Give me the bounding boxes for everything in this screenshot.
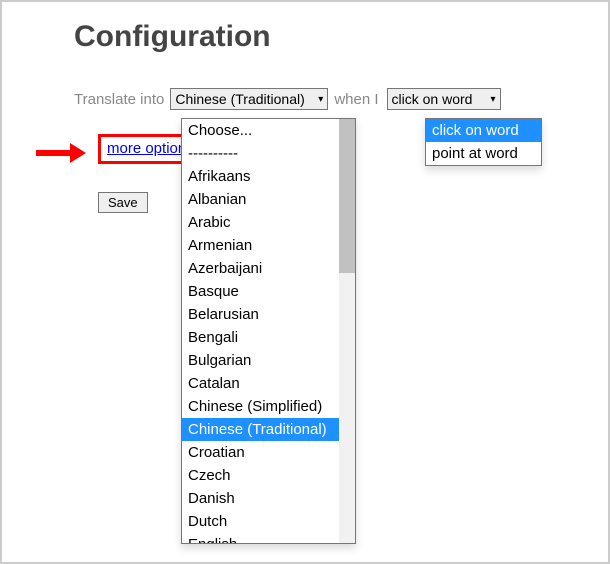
trigger-dropdown[interactable]: click on wordpoint at word bbox=[425, 118, 542, 166]
config-row: Translate into Chinese (Traditional) ▾ w… bbox=[74, 88, 590, 110]
language-option[interactable]: Azerbaijani bbox=[182, 257, 355, 280]
save-button[interactable]: Save bbox=[98, 192, 148, 213]
language-option[interactable]: Catalan bbox=[182, 372, 355, 395]
when-i-label: when I bbox=[334, 91, 378, 108]
language-option[interactable]: Chinese (Traditional) bbox=[182, 418, 355, 441]
page-title: Configuration bbox=[74, 20, 590, 54]
language-option[interactable]: Afrikaans bbox=[182, 165, 355, 188]
language-select-value: Chinese (Traditional) bbox=[175, 91, 304, 107]
language-option[interactable]: Belarusian bbox=[182, 303, 355, 326]
language-option[interactable]: Czech bbox=[182, 464, 355, 487]
chevron-down-icon: ▾ bbox=[318, 94, 323, 105]
trigger-option[interactable]: click on word bbox=[426, 119, 541, 142]
language-option[interactable]: Bengali bbox=[182, 326, 355, 349]
language-option[interactable]: Choose... bbox=[182, 119, 355, 142]
language-dropdown[interactable]: Choose...----------AfrikaansAlbanianArab… bbox=[181, 118, 356, 544]
language-option[interactable]: Dutch bbox=[182, 510, 355, 533]
callout-arrow-icon bbox=[36, 142, 86, 164]
language-option[interactable]: Bulgarian bbox=[182, 349, 355, 372]
language-option[interactable]: Danish bbox=[182, 487, 355, 510]
language-option[interactable]: Albanian bbox=[182, 188, 355, 211]
language-option[interactable]: ---------- bbox=[182, 142, 355, 165]
language-option[interactable]: Chinese (Simplified) bbox=[182, 395, 355, 418]
language-option[interactable]: Armenian bbox=[182, 234, 355, 257]
translate-into-label: Translate into bbox=[74, 91, 164, 108]
language-option[interactable]: Croatian bbox=[182, 441, 355, 464]
language-option[interactable]: English bbox=[182, 533, 355, 544]
trigger-option[interactable]: point at word bbox=[426, 142, 541, 165]
scrollbar-thumb[interactable] bbox=[339, 119, 355, 273]
language-option[interactable]: Basque bbox=[182, 280, 355, 303]
language-option[interactable]: Arabic bbox=[182, 211, 355, 234]
trigger-select[interactable]: click on word ▾ bbox=[387, 88, 501, 110]
language-select[interactable]: Chinese (Traditional) ▾ bbox=[170, 88, 328, 110]
trigger-select-value: click on word bbox=[392, 91, 473, 107]
chevron-down-icon: ▾ bbox=[491, 94, 496, 105]
